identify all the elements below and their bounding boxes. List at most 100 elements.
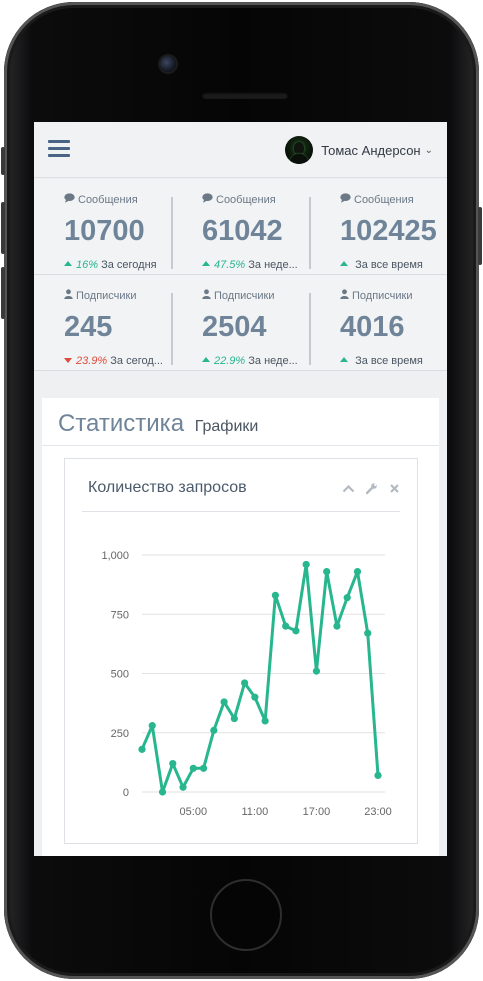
stat-value: 4016	[340, 311, 405, 343]
stats-grid: Сообщения 10700 16% За сегодня Сообщения 610…	[34, 179, 447, 371]
data-point	[353, 567, 362, 576]
data-point	[179, 783, 187, 791]
data-point	[282, 622, 290, 630]
stat-divider	[171, 197, 173, 269]
section-title: Статистика	[58, 410, 185, 437]
data-point	[241, 679, 249, 687]
comment-icon	[340, 193, 351, 206]
stat-divider	[309, 197, 311, 269]
stat-trend: 16% За сегодня	[64, 259, 176, 271]
comment-icon	[64, 193, 75, 206]
trend-down-icon	[64, 358, 72, 363]
stat-value: 61042	[202, 215, 283, 247]
close-icon[interactable]	[387, 481, 401, 495]
data-point	[364, 629, 372, 637]
wrench-icon[interactable]	[364, 481, 378, 495]
data-point	[302, 560, 310, 569]
data-point	[138, 745, 146, 753]
stat-trend: 47.5% За неде...	[202, 259, 314, 271]
data-point	[199, 764, 208, 772]
trend-period: За сегод...	[110, 355, 163, 367]
stats-row: Сообщения 10700 16% За сегодня Сообщения 610…	[34, 179, 447, 275]
user-name: Томас Андерсон	[321, 142, 421, 158]
section-subtitle: Графики	[194, 418, 259, 435]
trend-percent: 47.5%	[214, 259, 246, 271]
stat-label-text: Подписчики	[76, 290, 137, 302]
front-camera	[160, 56, 176, 72]
stat-label-text: Подписчики	[214, 290, 275, 302]
data-point	[312, 667, 321, 675]
y-tick-label: 750	[111, 609, 129, 621]
data-point	[169, 759, 177, 768]
user-icon	[202, 289, 211, 302]
hamburger-menu-icon[interactable]	[48, 140, 70, 158]
collapse-chevron-up-icon[interactable]	[341, 481, 355, 495]
stat-trend: 22.9% За неде...	[202, 355, 314, 367]
widget-toolbar	[341, 481, 401, 495]
screen: Томас Андерсон ⌄ Сообщения 10700 16% За се…	[34, 122, 447, 856]
data-point	[158, 788, 167, 796]
data-point	[374, 771, 382, 780]
volume-up-button	[1, 202, 5, 254]
stat-divider	[309, 293, 311, 365]
trend-up-icon	[64, 261, 72, 266]
stat-card: Подписчики 4016 За все время	[310, 275, 447, 371]
stat-label: Сообщения	[64, 193, 138, 206]
trend-period: За сегодня	[101, 259, 157, 271]
user-icon	[64, 289, 73, 302]
stat-value: 102425	[340, 215, 437, 247]
stat-divider	[171, 293, 173, 365]
stat-label: Сообщения	[202, 193, 276, 206]
data-point	[230, 714, 238, 723]
data-point	[148, 722, 156, 730]
top-bar: Томас Андерсон ⌄	[34, 122, 447, 178]
user-menu[interactable]: Томас Андерсон ⌄	[285, 136, 433, 164]
avatar	[285, 136, 314, 164]
data-point	[333, 622, 341, 630]
stat-label: Подписчики	[64, 289, 137, 302]
requests-chart-widget: Количество запросов 0 250 500 750 1,000 05:00…	[64, 458, 418, 844]
user-icon	[340, 289, 349, 302]
data-point	[343, 594, 351, 602]
divider	[82, 511, 400, 512]
data-point	[220, 698, 228, 706]
volume-down-button	[1, 267, 5, 319]
stat-label-text: Сообщения	[354, 194, 414, 206]
stat-card: Сообщения 102425 За все время	[310, 179, 447, 275]
stat-trend: За все время	[340, 355, 447, 367]
x-tick-label: 23:00	[364, 806, 392, 818]
trend-up-icon	[202, 261, 210, 266]
stat-card: Подписчики 245 23.9% За сегод...	[34, 275, 171, 371]
data-point	[189, 764, 197, 772]
stat-card: Сообщения 61042 47.5% За неде...	[172, 179, 309, 275]
statistics-panel: Статистика Графики Количество запросов 0…	[42, 398, 439, 856]
earpiece-speaker	[202, 92, 288, 99]
x-tick-label: 17:00	[303, 806, 331, 818]
y-tick-label: 1,000	[101, 550, 129, 562]
data-point	[251, 693, 259, 701]
trend-period: За все время	[355, 355, 423, 367]
stat-label: Сообщения	[340, 193, 414, 206]
widget-title: Количество запросов	[88, 479, 247, 496]
stat-label-text: Сообщения	[78, 194, 138, 206]
stat-label-text: Сообщения	[216, 194, 276, 206]
chevron-down-icon: ⌄	[424, 144, 433, 156]
trend-period: За все время	[355, 259, 423, 271]
page-title: Статистика Графики	[58, 410, 258, 438]
series-line	[140, 562, 380, 794]
trend-up-icon	[340, 357, 348, 362]
x-tick-label: 11:00	[242, 806, 269, 818]
trend-percent: 23.9%	[76, 355, 108, 367]
home-button[interactable]	[210, 879, 282, 951]
data-point	[261, 717, 269, 725]
stat-label: Подписчики	[202, 289, 275, 302]
trend-percent: 22.9%	[214, 355, 246, 367]
mute-switch	[1, 147, 5, 175]
comment-icon	[202, 193, 213, 206]
trend-up-icon	[202, 357, 210, 362]
stat-card: Подписчики 2504 22.9% За неде...	[172, 275, 309, 371]
x-tick-label: 05:00	[180, 806, 208, 818]
stat-trend: За все время	[340, 259, 447, 271]
stat-label: Подписчики	[340, 289, 413, 302]
requests-line-chart: 0 250 500 750 1,000 05:00 11:00 17:00 23:00	[101, 550, 392, 818]
